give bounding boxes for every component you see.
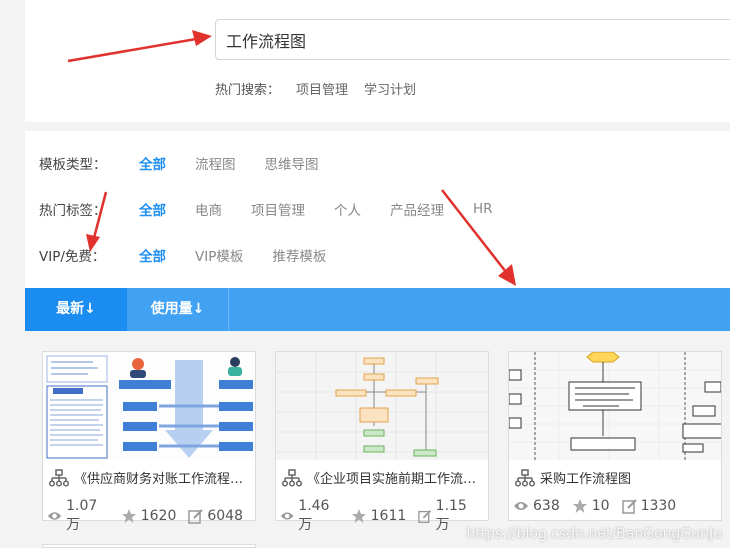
filter-tag-all[interactable]: 全部 — [139, 199, 166, 219]
edit-icon — [621, 498, 637, 514]
filter-label-type: 模板类型： — [39, 157, 107, 173]
filter-tag-personal[interactable]: 个人 — [334, 199, 361, 219]
template-card[interactable]: 采购工作流程图 638 10 1330 — [508, 351, 722, 521]
template-thumbnail[interactable] — [43, 352, 255, 460]
star-count-value: 10 — [591, 498, 610, 514]
flowchart-icon — [49, 468, 69, 487]
template-title[interactable]: 《企业项目实施前期工作流程图... — [282, 468, 486, 487]
eye-icon — [47, 512, 62, 520]
hot-search-item-study[interactable]: 学习计划 — [364, 79, 416, 98]
view-count: 638 — [513, 498, 560, 514]
flowchart-icon — [282, 468, 302, 487]
search-panel: 热门搜索： 项目管理 学习计划 — [25, 0, 730, 122]
edit-icon — [188, 508, 204, 524]
star-count: 1620 — [121, 508, 177, 524]
view-count-value: 1.07万 — [66, 498, 98, 533]
star-icon — [572, 499, 587, 513]
filter-type-mindmap[interactable]: 思维导图 — [265, 153, 319, 173]
template-card[interactable]: 《供应商财务对账工作流程图》 1.07万 1620 6048 — [42, 351, 256, 533]
view-count-value: 1.46万 — [298, 498, 330, 533]
filter-vip-all[interactable]: 全部 — [139, 245, 166, 265]
star-count: 1611 — [351, 508, 407, 524]
filter-panel: 模板类型： 全部 流程图 思维导图 热门标签： 全部 电商 项目管理 个人 产品… — [25, 131, 730, 288]
eye-icon — [514, 502, 528, 510]
sort-newest-button[interactable]: 最新↓ — [25, 288, 127, 331]
edit-count: 1330 — [621, 498, 677, 514]
filter-tag-hr[interactable]: HR — [473, 201, 493, 217]
template-title[interactable]: 采购工作流程图 — [515, 468, 719, 487]
view-count: 1.07万 — [47, 498, 109, 534]
watermark-text: https://blog.csdn.net/BanGongGunJu — [466, 526, 722, 542]
filter-type-all[interactable]: 全部 — [139, 153, 166, 173]
filter-tag-ecommerce[interactable]: 电商 — [195, 199, 222, 219]
filter-recommended[interactable]: 推荐模板 — [272, 245, 326, 265]
search-box[interactable] — [215, 19, 730, 60]
template-title[interactable]: 《供应商财务对账工作流程图》 — [49, 468, 253, 487]
edit-count-value: 1330 — [640, 498, 677, 514]
view-count-value: 638 — [533, 498, 560, 514]
eye-icon — [280, 512, 294, 520]
template-card[interactable]: 《企业项目实施前期工作流程图... 1.46万 1611 1.15万 — [275, 351, 489, 533]
template-stats: 1.46万 1611 1.15万 — [280, 498, 488, 534]
flowchart-icon — [515, 468, 535, 487]
hot-search-label: 热门搜索： — [215, 83, 281, 98]
star-icon — [121, 509, 136, 523]
template-thumbnail[interactable] — [276, 352, 488, 460]
template-title-text: 《企业项目实施前期工作流程图... — [307, 472, 486, 487]
star-count-value: 1611 — [370, 508, 407, 524]
filter-row-tags: 热门标签： 全部 电商 项目管理 个人 产品经理 HR — [39, 199, 522, 219]
star-count-value: 1620 — [140, 508, 177, 524]
edit-icon — [418, 509, 432, 523]
view-count: 1.46万 — [280, 498, 339, 534]
hot-search-row: 热门搜索： 项目管理 学习计划 — [215, 79, 416, 98]
filter-label-vip: VIP/免费： — [39, 249, 106, 265]
star-count: 10 — [572, 498, 610, 514]
sort-bar: 最新↓ 使用量↓ — [25, 288, 730, 331]
next-row-card-edge — [42, 544, 256, 548]
filter-tag-pm[interactable]: 产品经理 — [390, 199, 444, 219]
filter-type-flowchart[interactable]: 流程图 — [195, 153, 236, 173]
sort-usage-button[interactable]: 使用量↓ — [127, 288, 229, 331]
filter-label-tags: 热门标签： — [39, 203, 107, 219]
edit-count: 6048 — [188, 508, 243, 524]
hot-search-item-project[interactable]: 项目管理 — [296, 79, 348, 98]
filter-tag-project[interactable]: 项目管理 — [251, 199, 305, 219]
template-stats: 1.07万 1620 6048 — [47, 498, 255, 534]
filter-row-vip: VIP/免费： 全部 VIP模板 推荐模板 — [39, 245, 355, 265]
search-input[interactable] — [226, 20, 726, 59]
star-icon — [351, 509, 366, 523]
filter-row-type: 模板类型： 全部 流程图 思维导图 — [39, 153, 348, 173]
edit-count-value: 6048 — [207, 508, 243, 524]
template-title-text: 采购工作流程图 — [540, 472, 632, 487]
filter-vip-template[interactable]: VIP模板 — [195, 245, 243, 265]
template-title-text: 《供应商财务对账工作流程图》 — [74, 472, 253, 487]
template-stats: 638 10 1330 — [513, 498, 688, 514]
template-thumbnail[interactable] — [509, 352, 721, 460]
